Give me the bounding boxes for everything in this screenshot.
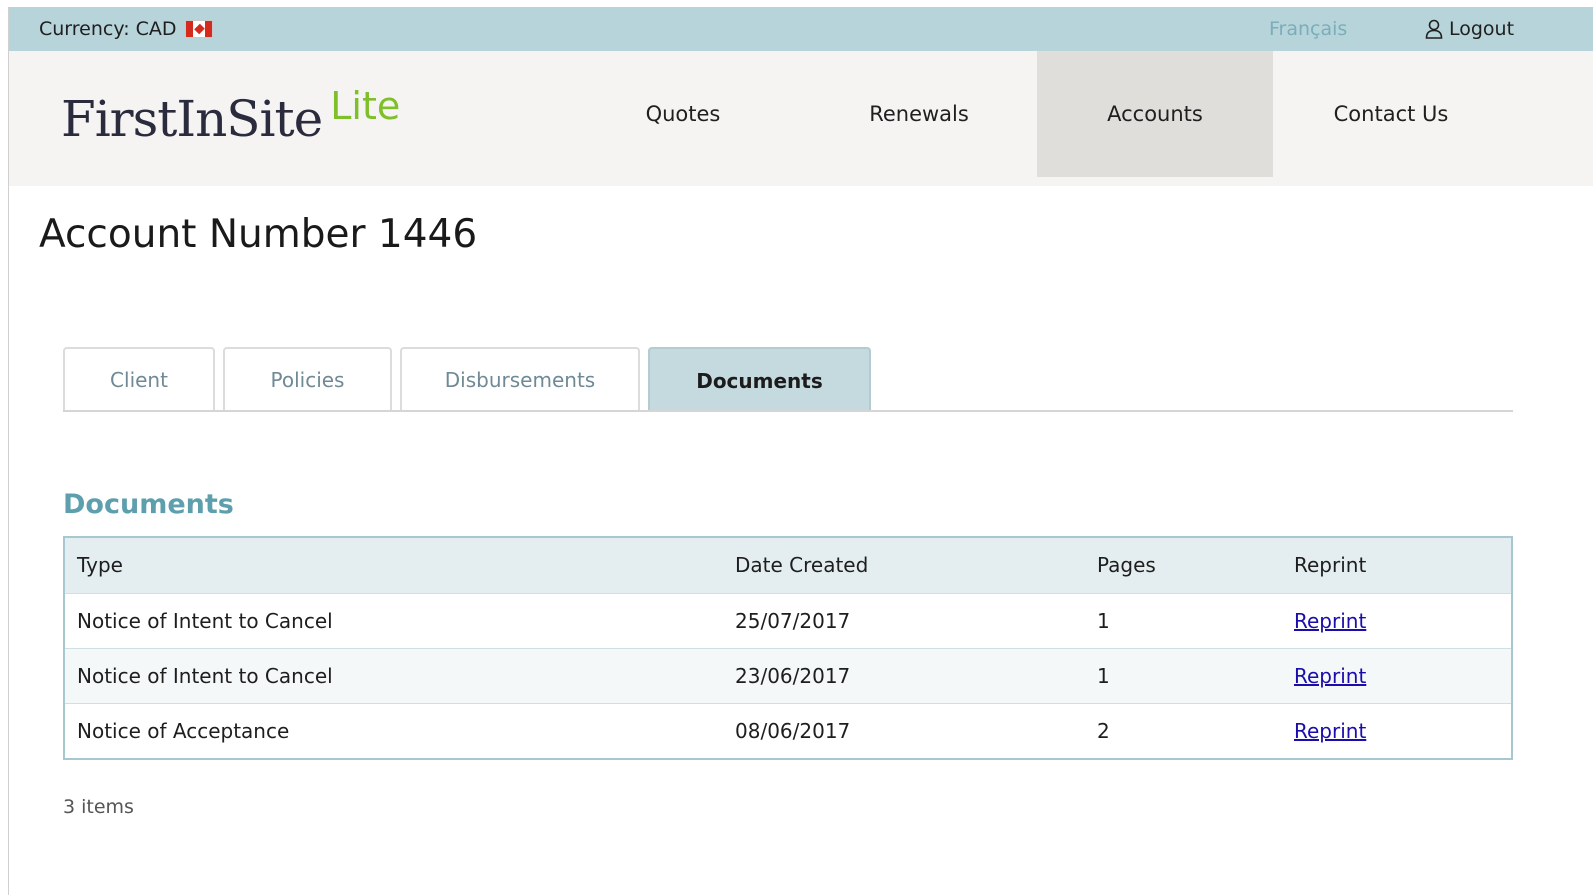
table-header-row: Type Date Created Pages Reprint (65, 538, 1511, 594)
logout-button[interactable]: Logout (1425, 7, 1514, 51)
tab-documents[interactable]: Documents (648, 347, 871, 412)
cell-date: 23/06/2017 (723, 648, 1085, 704)
language-link[interactable]: Français (1269, 7, 1347, 51)
canada-flag-icon (184, 20, 213, 38)
column-header-pages[interactable]: Pages (1085, 538, 1282, 594)
cell-date: 25/07/2017 (723, 593, 1085, 649)
nav-renewals[interactable]: Renewals (801, 51, 1037, 177)
table-row: Notice of Acceptance 08/06/2017 2 Reprin… (65, 703, 1511, 758)
cell-type: Notice of Intent to Cancel (65, 648, 723, 704)
tabs-divider (63, 410, 1513, 412)
column-header-date-created[interactable]: Date Created (723, 538, 1085, 594)
header: FirstInSite Lite Quotes Renewals Account… (9, 51, 1593, 186)
reprint-link[interactable]: Reprint (1294, 664, 1366, 688)
cell-pages: 2 (1097, 718, 1110, 743)
documents-table: Type Date Created Pages Reprint Notice o… (63, 536, 1513, 760)
nav-accounts[interactable]: Accounts (1037, 51, 1273, 177)
page-title: Account Number 1446 (39, 212, 478, 257)
top-bar: Currency: CAD Français Logout (9, 7, 1593, 51)
cell-date: 08/06/2017 (735, 718, 851, 743)
table-row: Notice of Intent to Cancel 23/06/2017 1 … (65, 648, 1511, 704)
column-header-reprint[interactable]: Reprint (1282, 538, 1511, 594)
logo[interactable]: FirstInSite Lite (61, 87, 400, 148)
section-title: Documents (63, 489, 234, 520)
page-frame: Currency: CAD Français Logout FirstInSit… (8, 7, 1593, 895)
logo-lite-text: Lite (330, 84, 401, 128)
nav-contact-us[interactable]: Contact Us (1273, 51, 1509, 177)
cell-pages: 1 (1085, 648, 1282, 704)
items-count: 3 items (63, 796, 134, 818)
cell-pages: 1 (1085, 593, 1282, 649)
reprint-link[interactable]: Reprint (1294, 609, 1366, 633)
nav-quotes[interactable]: Quotes (565, 51, 801, 177)
tab-disbursements[interactable]: Disbursements (400, 347, 640, 411)
user-icon (1425, 19, 1443, 39)
logout-label: Logout (1449, 18, 1515, 40)
column-header-type[interactable]: Type (65, 538, 723, 594)
cell-reprint: Reprint (1282, 593, 1511, 649)
cell-type: Notice of Acceptance (77, 718, 290, 743)
cell-type: Notice of Intent to Cancel (65, 593, 723, 649)
table-row: Notice of Intent to Cancel 25/07/2017 1 … (65, 593, 1511, 649)
logo-main-text: FirstInSite (61, 90, 323, 148)
tab-policies[interactable]: Policies (223, 347, 392, 411)
cell-reprint: Reprint (1282, 703, 1511, 758)
reprint-link[interactable]: Reprint (1294, 719, 1366, 743)
currency-indicator: Currency: CAD (39, 7, 213, 51)
cell-reprint: Reprint (1282, 648, 1511, 704)
tab-client[interactable]: Client (63, 347, 215, 411)
currency-label: Currency: CAD (39, 18, 177, 40)
